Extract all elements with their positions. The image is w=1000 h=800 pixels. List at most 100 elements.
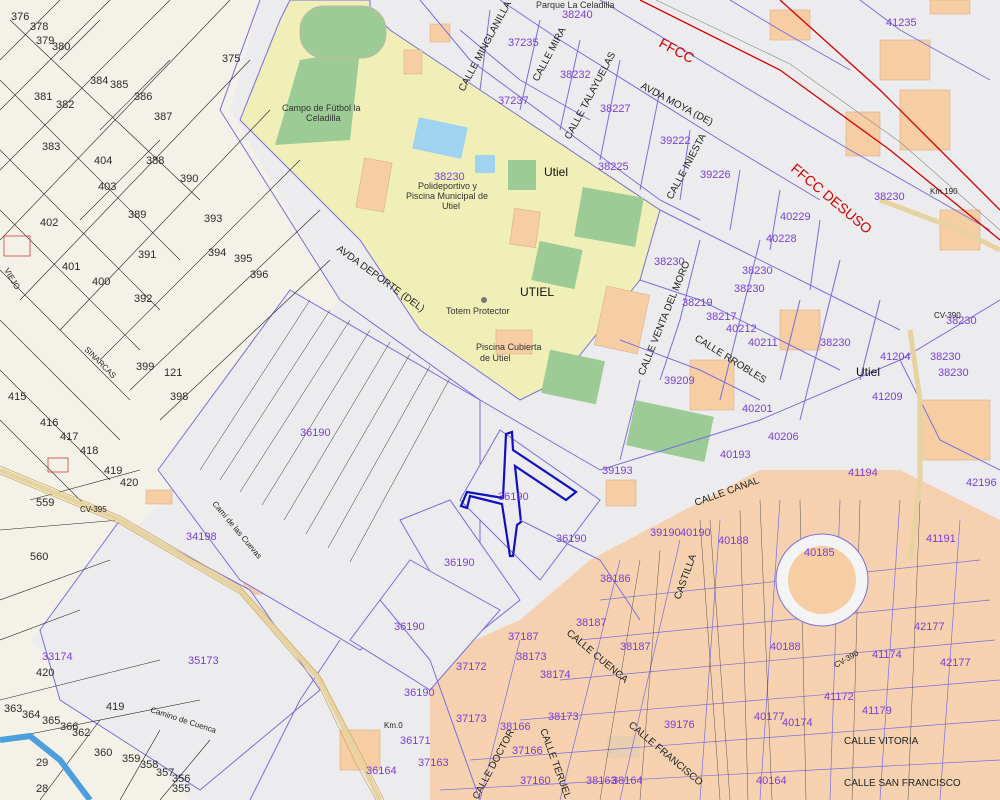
cadastral-ref: 38187: [620, 641, 651, 653]
cadastral-ref: 39176: [664, 719, 695, 731]
cadastral-ref: 36190: [404, 687, 435, 699]
cadastral-ref: 36190: [498, 491, 529, 503]
cadastral-ref: 41194: [848, 467, 878, 479]
cadastral-ref: 38232: [560, 69, 591, 81]
parcel-number: 388: [146, 155, 164, 167]
cadastral-ref: 41179: [862, 705, 892, 717]
parcel-number: 381: [34, 91, 52, 103]
cadastral-ref: 35173: [188, 655, 219, 667]
cadastral-ref: 38174: [540, 669, 571, 681]
parcel-number: 365: [42, 715, 60, 727]
parcel-number: 28: [36, 783, 48, 795]
cadastral-ref: 39193: [602, 465, 633, 477]
cadastral-ref: 38230: [938, 367, 969, 379]
parcel-number: 387: [154, 111, 172, 123]
parcel-number: 363: [4, 703, 22, 715]
poi-sports-2: Piscina Municipal de: [406, 191, 488, 201]
cadastral-ref: 38186: [600, 573, 631, 585]
cadastral-ref: 41174: [872, 649, 902, 661]
cadastral-ref: 39222: [660, 135, 691, 147]
poi-pool-1: Piscina Cubierta: [476, 342, 542, 352]
cadastral-ref: 39226: [700, 169, 731, 181]
cadastral-ref: 39190: [650, 527, 681, 539]
parcel-number: 383: [42, 141, 60, 153]
parcel-number: 382: [56, 99, 74, 111]
parcel-number: 401: [62, 261, 80, 273]
parcel-number: 121: [164, 367, 182, 379]
parcel-number: 403: [98, 181, 116, 193]
cadastral-ref: 38187: [576, 617, 607, 629]
parcel-number: 359: [122, 753, 140, 765]
parcel-number: 362: [72, 727, 90, 739]
cadastral-ref: 42177: [940, 657, 971, 669]
cadastral-ref: 42177: [914, 621, 945, 633]
cadastral-ref: 40229: [780, 211, 811, 223]
cadastral-ref: 40185: [804, 547, 835, 559]
cadastral-ref: 38230: [820, 337, 851, 349]
poi-football-2: Celadilla: [306, 113, 341, 123]
parcel-number: 376: [11, 11, 29, 23]
cadastral-ref: 40177: [754, 711, 785, 723]
parcel-number: 398: [170, 391, 188, 403]
poi-totem: Totem Protector: [446, 306, 510, 316]
cadastral-ref: 40188: [718, 535, 749, 547]
totem-marker: [481, 297, 487, 303]
cadastral-ref: 37235: [508, 37, 539, 49]
cadastral-ref: 40206: [768, 431, 799, 443]
parcel-number: 396: [250, 269, 268, 281]
cadastral-ref: 36190: [300, 427, 331, 439]
place-utiel-b: Utiel: [856, 365, 880, 379]
parcel-number: 389: [128, 209, 146, 221]
parcel-number: 416: [40, 417, 58, 429]
parcel-number: 399: [136, 361, 154, 373]
parcel-number: 559: [36, 497, 54, 509]
cadastral-ref: 37237: [498, 95, 529, 107]
cadastral-ref: 40211: [748, 337, 778, 349]
parcel-number: 393: [204, 213, 222, 225]
pool-small: [475, 155, 495, 173]
road-cv395: CV-395: [80, 505, 107, 514]
cadastral-ref: 40212: [726, 323, 757, 335]
parcel-number: 378: [30, 21, 48, 33]
cadastral-ref: 33174: [42, 651, 73, 663]
poi-pool-2: de Utiel: [480, 353, 511, 363]
parcel-number: 386: [134, 91, 152, 103]
cadastral-ref: 38230: [434, 171, 465, 183]
cadastral-ref: 38230: [654, 256, 685, 268]
cadastral-ref: 38164: [612, 775, 643, 787]
cadastral-ref: 38230: [742, 265, 773, 277]
cadastral-ref: 41235: [886, 17, 917, 29]
cadastral-ref: 36171: [400, 735, 431, 747]
parcel-number: 404: [94, 155, 112, 167]
parcel-number: 400: [92, 276, 110, 288]
cadastral-ref: 41209: [872, 391, 903, 403]
cadastral-ref: 37187: [508, 631, 539, 643]
parcel-number: 402: [40, 217, 58, 229]
cadastral-ref: 42196: [966, 477, 997, 489]
place-utiel-a: Utiel: [544, 165, 568, 179]
cadastral-map[interactable]: FFCC FFCC DESUSO UTIEL Utiel Utiel Parqu…: [0, 0, 1000, 800]
cadastral-ref: 38217: [706, 311, 737, 323]
cadastral-ref: 40193: [720, 449, 751, 461]
street-san-francisco: CALLE SAN FRANCISCO: [844, 778, 961, 789]
parcel-number: 394: [208, 247, 226, 259]
running-track: [299, 5, 387, 59]
cadastral-ref: 41172: [824, 691, 854, 703]
cadastral-ref: 40164: [756, 775, 787, 787]
cadastral-ref: 37163: [418, 757, 449, 769]
cadastral-ref: 37166: [512, 745, 543, 757]
cadastral-ref: 38230: [734, 283, 765, 295]
parcel-number: 390: [180, 173, 198, 185]
parcel-number: 375: [222, 53, 240, 65]
parcel-number: 355: [172, 783, 190, 795]
cadastral-ref: 41204: [880, 351, 911, 363]
parcel-number: 395: [234, 253, 252, 265]
cadastral-ref: 38227: [600, 103, 631, 115]
cadastral-ref: 36164: [366, 765, 397, 777]
cadastral-ref: 38230: [874, 191, 905, 203]
road-km0: Km.0: [384, 721, 403, 730]
cadastral-ref: 37160: [520, 775, 551, 787]
parcel-number: 364: [22, 709, 40, 721]
cadastral-ref: 37172: [456, 661, 487, 673]
cadastral-ref: 40228: [766, 233, 797, 245]
